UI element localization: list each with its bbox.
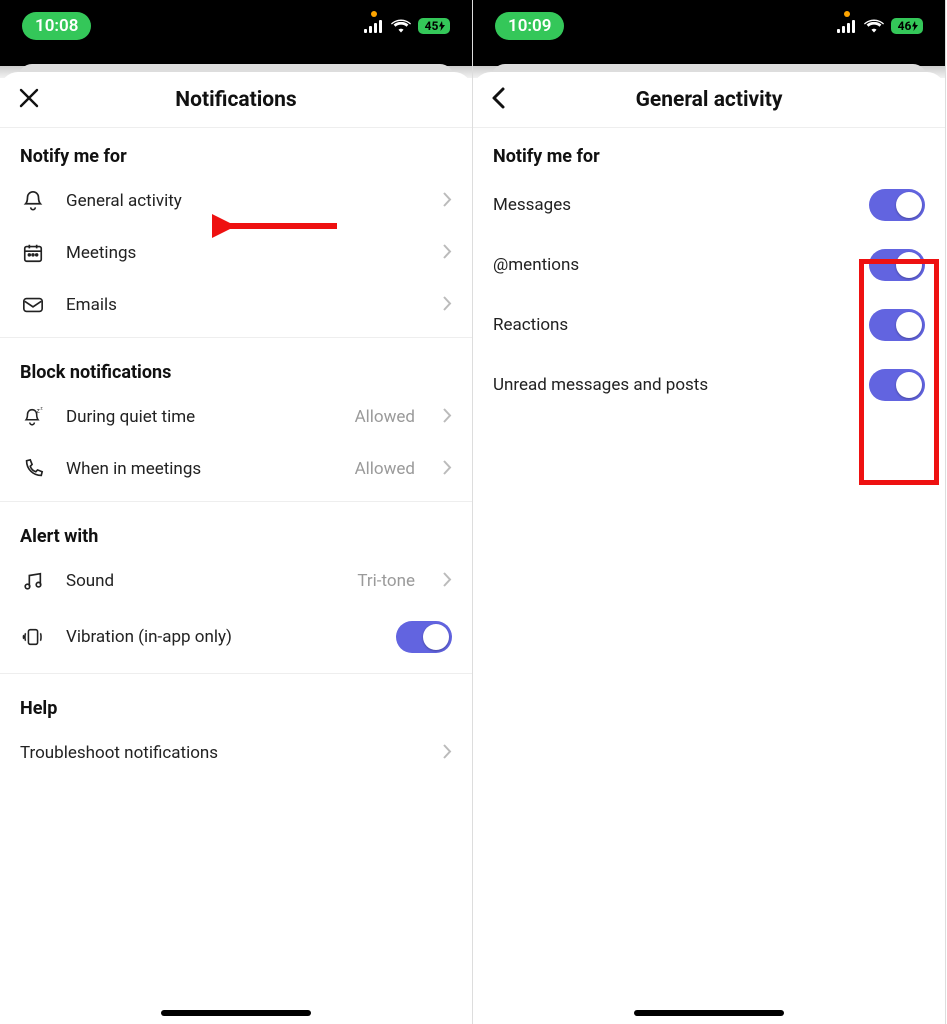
row-label: Emails [66, 295, 423, 315]
chevron-right-icon [443, 744, 452, 763]
content: Notify me for General activity Meetings [0, 128, 472, 1024]
wifi-icon [864, 19, 884, 33]
chevron-right-icon [443, 408, 452, 427]
svg-text:z: z [37, 406, 40, 414]
page-title: Notifications [175, 88, 296, 112]
status-time: 10:08 [22, 12, 91, 40]
messages-toggle[interactable] [869, 189, 925, 221]
row-value: Allowed [355, 459, 415, 479]
row-label: When in meetings [66, 459, 335, 479]
page-title: General activity [636, 88, 783, 112]
chevron-left-icon [491, 86, 507, 110]
divider [0, 673, 472, 674]
calendar-icon [20, 242, 46, 264]
section-notify-header: Notify me for [0, 128, 472, 175]
home-indicator[interactable] [161, 1010, 311, 1016]
chevron-right-icon [443, 296, 452, 315]
row-label: @mentions [493, 255, 579, 275]
section-block-header: Block notifications [0, 344, 472, 391]
row-general-activity[interactable]: General activity [0, 175, 472, 227]
status-bar: 10:08 45 [0, 0, 472, 58]
svg-text:z: z [40, 407, 43, 412]
row-label: Troubleshoot notifications [20, 743, 423, 763]
row-emails[interactable]: Emails [0, 279, 472, 331]
row-troubleshoot[interactable]: Troubleshoot notifications [0, 727, 472, 779]
settings-sheet: General activity Notify me for Messages … [473, 72, 945, 1024]
status-bar: 10:09 46 [473, 0, 945, 58]
chevron-right-icon [443, 192, 452, 211]
chevron-right-icon [443, 460, 452, 479]
bell-icon [20, 190, 46, 212]
section-help-header: Help [0, 680, 472, 727]
row-label: Meetings [66, 243, 423, 263]
quiet-time-icon: zz [20, 406, 46, 428]
music-icon [20, 570, 46, 592]
vibration-icon [20, 626, 46, 648]
row-label: Sound [66, 571, 337, 591]
row-sound[interactable]: Sound Tri-tone [0, 555, 472, 607]
divider [0, 501, 472, 502]
divider [0, 337, 472, 338]
row-unread: Unread messages and posts [473, 355, 945, 415]
screen-notifications: 10:08 45 Notifications Notify me for [0, 0, 473, 1024]
back-button[interactable] [491, 86, 507, 114]
battery-indicator: 45 [418, 18, 450, 34]
settings-sheet: Notifications Notify me for General acti… [0, 72, 472, 1024]
status-time: 10:09 [495, 12, 564, 40]
row-when-in-meetings[interactable]: When in meetings Allowed [0, 443, 472, 495]
status-right: 45 [364, 18, 450, 34]
reactions-toggle[interactable] [869, 309, 925, 341]
row-label: Unread messages and posts [493, 375, 708, 395]
close-button[interactable] [18, 87, 40, 113]
row-messages: Messages [473, 175, 945, 235]
vibration-toggle[interactable] [396, 621, 452, 653]
recording-indicator-icon [371, 11, 377, 17]
phone-icon [20, 458, 46, 480]
row-label: Vibration (in-app only) [66, 627, 376, 647]
screen-general-activity: 10:09 46 General activity Notify me for … [473, 0, 946, 1024]
row-meetings[interactable]: Meetings [0, 227, 472, 279]
row-reactions: Reactions [473, 295, 945, 355]
row-vibration: Vibration (in-app only) [0, 607, 472, 667]
nav-bar: General activity [473, 72, 945, 128]
wifi-icon [391, 19, 411, 33]
close-icon [18, 87, 40, 109]
chevron-right-icon [443, 572, 452, 591]
chevron-right-icon [443, 244, 452, 263]
cellular-icon [837, 20, 857, 33]
battery-indicator: 46 [891, 18, 923, 34]
cellular-icon [364, 20, 384, 33]
nav-bar: Notifications [0, 72, 472, 128]
recording-indicator-icon [844, 11, 850, 17]
section-notify-header: Notify me for [473, 128, 945, 175]
row-value: Allowed [355, 407, 415, 427]
row-mentions: @mentions [473, 235, 945, 295]
content: Notify me for Messages @mentions Reactio… [473, 128, 945, 1024]
home-indicator[interactable] [634, 1010, 784, 1016]
row-label: General activity [66, 191, 423, 211]
row-label: Reactions [493, 315, 568, 335]
status-right: 46 [837, 18, 923, 34]
unread-toggle[interactable] [869, 369, 925, 401]
mail-icon [20, 295, 46, 315]
section-alert-header: Alert with [0, 508, 472, 555]
row-quiet-time[interactable]: zz During quiet time Allowed [0, 391, 472, 443]
mentions-toggle[interactable] [869, 249, 925, 281]
row-label: Messages [493, 195, 571, 215]
row-value: Tri-tone [357, 571, 415, 591]
row-label: During quiet time [66, 407, 335, 427]
